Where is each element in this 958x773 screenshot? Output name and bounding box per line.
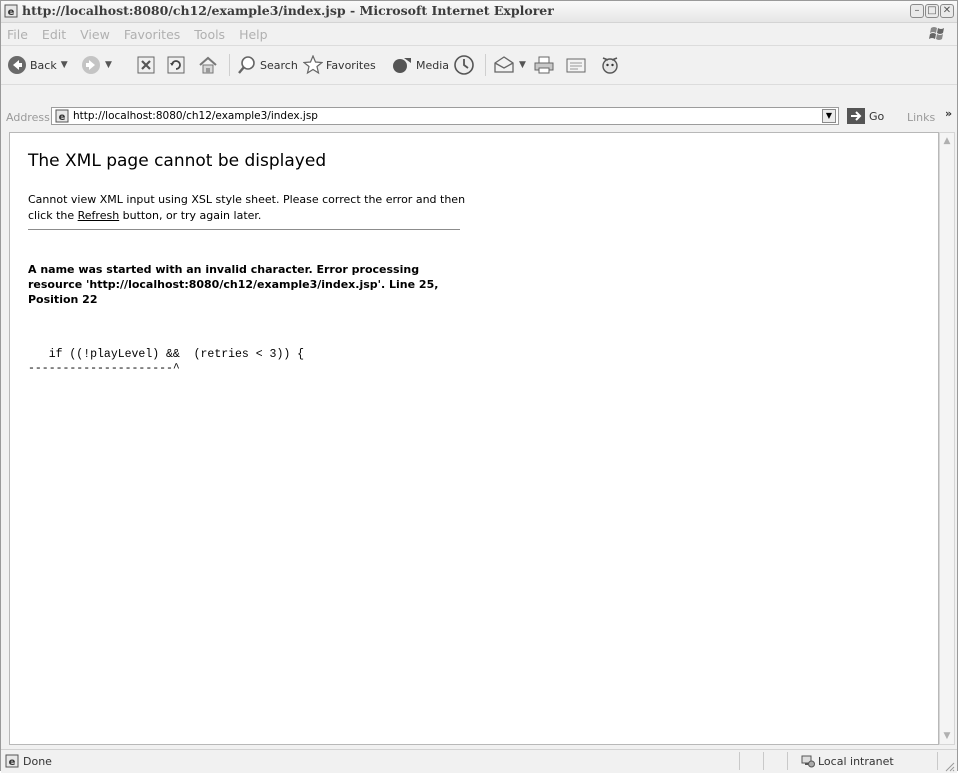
menu-tools[interactable]: Tools bbox=[194, 27, 225, 42]
address-bar: Address e http://localhost:8080/ch12/exa… bbox=[1, 105, 957, 129]
history-icon bbox=[454, 55, 474, 75]
page-title: The XML page cannot be displayed bbox=[28, 151, 327, 171]
back-dropdown-icon[interactable]: ▼ bbox=[61, 60, 68, 70]
mail-dropdown-icon[interactable]: ▼ bbox=[519, 60, 526, 70]
back-button[interactable]: Back ▼ bbox=[7, 46, 68, 84]
error-position-pointer: ---------------------^ bbox=[28, 362, 180, 375]
resize-grip-icon[interactable] bbox=[943, 760, 955, 772]
media-button[interactable]: Media bbox=[391, 46, 449, 84]
messenger-button[interactable] bbox=[599, 46, 621, 84]
menu-bar: File Edit View Favorites Tools Help bbox=[1, 23, 957, 46]
forward-dropdown-icon[interactable]: ▼ bbox=[105, 60, 112, 70]
media-label: Media bbox=[416, 58, 450, 72]
refresh-button[interactable] bbox=[167, 46, 185, 84]
svg-text:e: e bbox=[8, 7, 15, 18]
status-divider bbox=[937, 752, 938, 770]
search-label: Search bbox=[260, 58, 298, 72]
stop-button[interactable] bbox=[137, 46, 155, 84]
error-message: A name was started with an invalid chara… bbox=[28, 263, 439, 306]
windows-logo-icon bbox=[929, 27, 944, 40]
standard-toolbar: Back ▼ ▼ Search Favorites Media ▼ bbox=[1, 46, 957, 85]
print-icon bbox=[534, 56, 554, 74]
svg-text:e: e bbox=[59, 112, 66, 123]
address-input[interactable]: e http://localhost:8080/ch12/example3/in… bbox=[51, 107, 839, 125]
status-divider bbox=[763, 752, 764, 770]
links-chevron-icon[interactable]: » bbox=[945, 107, 952, 120]
links-label[interactable]: Links bbox=[907, 111, 935, 124]
ie-page-icon: e bbox=[55, 109, 69, 123]
vertical-scrollbar[interactable]: ▲ ▼ bbox=[939, 132, 955, 745]
status-bar: e Done Local intranet bbox=[1, 749, 957, 773]
close-button[interactable]: ✕ bbox=[940, 4, 954, 18]
back-arrow-icon bbox=[8, 56, 26, 74]
favorites-star-icon bbox=[303, 55, 323, 75]
page-content: The XML page cannot be displayed Cannot … bbox=[9, 132, 939, 745]
favorites-label: Favorites bbox=[326, 58, 376, 72]
go-label: Go bbox=[869, 109, 885, 123]
divider bbox=[28, 229, 460, 230]
toolbar-separator bbox=[229, 54, 230, 76]
maximize-button[interactable]: □ bbox=[925, 4, 939, 18]
error-description: Cannot view XML input using XSL style sh… bbox=[28, 192, 468, 224]
go-button[interactable]: Go bbox=[847, 108, 884, 124]
menu-help[interactable]: Help bbox=[239, 27, 268, 42]
history-button[interactable] bbox=[453, 46, 475, 84]
address-label: Address bbox=[6, 111, 50, 124]
refresh-icon bbox=[167, 56, 185, 74]
home-button[interactable] bbox=[197, 46, 219, 84]
ie-page-icon: e bbox=[5, 754, 19, 768]
scroll-up-icon[interactable]: ▲ bbox=[941, 134, 953, 148]
stop-icon bbox=[137, 56, 155, 74]
forward-arrow-icon bbox=[82, 56, 100, 74]
title-bar: e http://localhost:8080/ch12/example3/in… bbox=[1, 1, 957, 23]
security-zone: Local intranet bbox=[818, 755, 894, 768]
edit-button[interactable] bbox=[565, 46, 587, 84]
scroll-down-icon[interactable]: ▼ bbox=[941, 729, 953, 743]
menu-edit[interactable]: Edit bbox=[42, 27, 66, 42]
forward-button[interactable]: ▼ bbox=[81, 46, 112, 84]
window-title: http://localhost:8080/ch12/example3/inde… bbox=[22, 3, 554, 18]
toolbar-separator bbox=[485, 54, 486, 76]
media-icon bbox=[393, 58, 411, 73]
print-button[interactable] bbox=[533, 46, 555, 84]
minimize-button[interactable]: – bbox=[910, 4, 924, 18]
status-divider bbox=[787, 752, 788, 770]
svg-text:e: e bbox=[9, 757, 16, 768]
status-divider bbox=[739, 752, 740, 770]
status-text: Done bbox=[23, 755, 52, 768]
home-icon bbox=[199, 56, 217, 74]
browser-window: e http://localhost:8080/ch12/example3/in… bbox=[0, 0, 958, 773]
mail-button[interactable]: ▼ bbox=[493, 46, 526, 84]
ie-page-icon: e bbox=[4, 4, 18, 18]
error-code-line: if ((!playLevel) && (retries < 3)) { bbox=[28, 348, 305, 361]
messenger-icon bbox=[602, 57, 618, 74]
search-button[interactable]: Search bbox=[237, 46, 298, 84]
menu-file[interactable]: File bbox=[7, 27, 28, 42]
error-source: if ((!playLevel) && (retries < 3)) { ---… bbox=[28, 348, 304, 376]
refresh-link[interactable]: Refresh bbox=[78, 209, 120, 222]
address-url: http://localhost:8080/ch12/example3/inde… bbox=[73, 110, 318, 122]
edit-icon bbox=[566, 58, 586, 73]
window-controls: – □ ✕ bbox=[910, 4, 954, 18]
favorites-button[interactable]: Favorites bbox=[303, 46, 376, 84]
menu-favorites[interactable]: Favorites bbox=[124, 27, 180, 42]
mail-icon bbox=[494, 56, 514, 73]
error-description-part2: button, or try again later. bbox=[119, 209, 262, 222]
menu-view[interactable]: View bbox=[80, 27, 110, 42]
back-label: Back bbox=[30, 58, 57, 72]
address-dropdown-icon[interactable]: ▼ bbox=[822, 109, 836, 123]
go-arrow-icon bbox=[847, 108, 865, 124]
local-intranet-icon bbox=[801, 755, 815, 768]
search-icon bbox=[238, 56, 255, 74]
